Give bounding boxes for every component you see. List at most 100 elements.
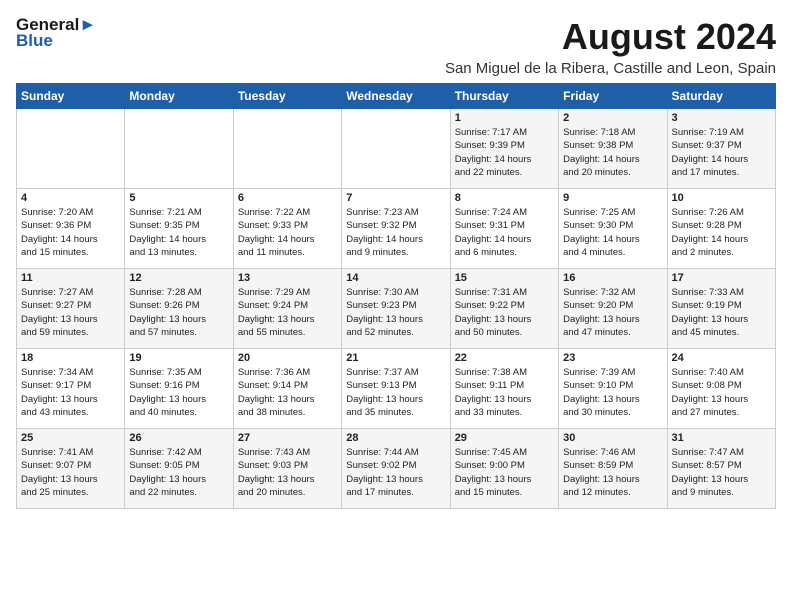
weekday-header-tuesday: Tuesday — [233, 84, 341, 109]
day-number: 15 — [455, 272, 554, 284]
calendar-week-1: 1 Sunrise: 7:17 AM Sunset: 9:39 PM Daylig… — [17, 109, 776, 189]
day-number: 10 — [672, 192, 771, 204]
day-info: Sunrise: 7:38 AM Sunset: 9:11 PM Dayligh… — [455, 366, 554, 419]
day-number: 4 — [21, 192, 120, 204]
calendar-cell: 27 Sunrise: 7:43 AM Sunset: 9:03 PM Dayli… — [233, 429, 341, 509]
day-info: Sunrise: 7:43 AM Sunset: 9:03 PM Dayligh… — [238, 446, 337, 499]
calendar-week-3: 11Sunrise: 7:27 AM Sunset: 9:27 PM Dayli… — [17, 269, 776, 349]
calendar-cell — [233, 109, 341, 189]
day-info: Sunrise: 7:18 AM Sunset: 9:38 PM Dayligh… — [563, 126, 662, 179]
day-info: Sunrise: 7:27 AM Sunset: 9:27 PM Dayligh… — [21, 286, 120, 339]
day-number: 18 — [21, 352, 120, 364]
calendar-cell: 21 Sunrise: 7:37 AM Sunset: 9:13 PM Dayli… — [342, 349, 450, 429]
calendar-week-4: 18 Sunrise: 7:34 AM Sunset: 9:17 PM Dayli… — [17, 349, 776, 429]
calendar-cell: 31 Sunrise: 7:47 AM Sunset: 8:57 PM Dayli… — [667, 429, 775, 509]
day-number: 16 — [563, 272, 662, 284]
day-number: 2 — [563, 112, 662, 124]
day-info: Sunrise: 7:28 AM Sunset: 9:26 PM Dayligh… — [129, 286, 228, 339]
day-number: 3 — [672, 112, 771, 124]
weekday-header-thursday: Thursday — [450, 84, 558, 109]
day-info: Sunrise: 7:25 AM Sunset: 9:30 PM Dayligh… — [563, 206, 662, 259]
page-header: General► Blue August 2024 San Miguel de … — [16, 16, 776, 77]
day-number: 7 — [346, 192, 445, 204]
day-info: Sunrise: 7:29 AM Sunset: 9:24 PM Dayligh… — [238, 286, 337, 339]
calendar-cell — [125, 109, 233, 189]
day-info: Sunrise: 7:19 AM Sunset: 9:37 PM Dayligh… — [672, 126, 771, 179]
day-info: Sunrise: 7:17 AM Sunset: 9:39 PM Dayligh… — [455, 126, 554, 179]
day-info: Sunrise: 7:37 AM Sunset: 9:13 PM Dayligh… — [346, 366, 445, 419]
calendar-cell: 23 Sunrise: 7:39 AM Sunset: 9:10 PM Dayli… — [559, 349, 667, 429]
day-number: 23 — [563, 352, 662, 364]
weekday-header-wednesday: Wednesday — [342, 84, 450, 109]
logo: General► Blue — [16, 16, 96, 50]
day-number: 28 — [346, 432, 445, 444]
calendar-cell: 16 Sunrise: 7:32 AM Sunset: 9:20 PM Dayli… — [559, 269, 667, 349]
day-number: 9 — [563, 192, 662, 204]
calendar-cell: 18 Sunrise: 7:34 AM Sunset: 9:17 PM Dayli… — [17, 349, 125, 429]
calendar-cell: 24 Sunrise: 7:40 AM Sunset: 9:08 PM Dayli… — [667, 349, 775, 429]
day-info: Sunrise: 7:34 AM Sunset: 9:17 PM Dayligh… — [21, 366, 120, 419]
calendar-cell — [17, 109, 125, 189]
day-info: Sunrise: 7:22 AM Sunset: 9:33 PM Dayligh… — [238, 206, 337, 259]
calendar-cell: 26Sunrise: 7:42 AM Sunset: 9:05 PM Dayli… — [125, 429, 233, 509]
title-area: August 2024 San Miguel de la Ribera, Cas… — [445, 16, 776, 77]
day-info: Sunrise: 7:33 AM Sunset: 9:19 PM Dayligh… — [672, 286, 771, 339]
day-number: 6 — [238, 192, 337, 204]
day-number: 24 — [672, 352, 771, 364]
calendar-cell: 28Sunrise: 7:44 AM Sunset: 9:02 PM Dayli… — [342, 429, 450, 509]
day-info: Sunrise: 7:39 AM Sunset: 9:10 PM Dayligh… — [563, 366, 662, 419]
weekday-header-sunday: Sunday — [17, 84, 125, 109]
day-info: Sunrise: 7:23 AM Sunset: 9:32 PM Dayligh… — [346, 206, 445, 259]
day-number: 22 — [455, 352, 554, 364]
day-info: Sunrise: 7:30 AM Sunset: 9:23 PM Dayligh… — [346, 286, 445, 339]
day-info: Sunrise: 7:42 AM Sunset: 9:05 PM Dayligh… — [129, 446, 228, 499]
day-info: Sunrise: 7:36 AM Sunset: 9:14 PM Dayligh… — [238, 366, 337, 419]
day-number: 27 — [238, 432, 337, 444]
calendar-cell: 4 Sunrise: 7:20 AM Sunset: 9:36 PM Daylig… — [17, 189, 125, 269]
day-info: Sunrise: 7:47 AM Sunset: 8:57 PM Dayligh… — [672, 446, 771, 499]
day-info: Sunrise: 7:35 AM Sunset: 9:16 PM Dayligh… — [129, 366, 228, 419]
day-number: 30 — [563, 432, 662, 444]
calendar-cell: 25Sunrise: 7:41 AM Sunset: 9:07 PM Dayli… — [17, 429, 125, 509]
calendar-cell: 9 Sunrise: 7:25 AM Sunset: 9:30 PM Daylig… — [559, 189, 667, 269]
logo-text: General► Blue — [16, 16, 96, 50]
day-info: Sunrise: 7:21 AM Sunset: 9:35 PM Dayligh… — [129, 206, 228, 259]
weekday-header-friday: Friday — [559, 84, 667, 109]
calendar-cell: 8Sunrise: 7:24 AM Sunset: 9:31 PM Daylig… — [450, 189, 558, 269]
day-info: Sunrise: 7:31 AM Sunset: 9:22 PM Dayligh… — [455, 286, 554, 339]
calendar-cell: 22 Sunrise: 7:38 AM Sunset: 9:11 PM Dayli… — [450, 349, 558, 429]
day-number: 19 — [129, 352, 228, 364]
calendar-cell: 6 Sunrise: 7:22 AM Sunset: 9:33 PM Daylig… — [233, 189, 341, 269]
day-number: 1 — [455, 112, 554, 124]
calendar-cell: 1 Sunrise: 7:17 AM Sunset: 9:39 PM Daylig… — [450, 109, 558, 189]
day-number: 25 — [21, 432, 120, 444]
calendar-cell: 10 Sunrise: 7:26 AM Sunset: 9:28 PM Dayli… — [667, 189, 775, 269]
calendar-table: SundayMondayTuesdayWednesdayThursdayFrid… — [16, 83, 776, 509]
day-number: 29 — [455, 432, 554, 444]
day-info: Sunrise: 7:20 AM Sunset: 9:36 PM Dayligh… — [21, 206, 120, 259]
day-number: 5 — [129, 192, 228, 204]
day-number: 14 — [346, 272, 445, 284]
day-number: 12 — [129, 272, 228, 284]
calendar-cell: 30 Sunrise: 7:46 AM Sunset: 8:59 PM Dayli… — [559, 429, 667, 509]
calendar-cell: 29 Sunrise: 7:45 AM Sunset: 9:00 PM Dayli… — [450, 429, 558, 509]
day-info: Sunrise: 7:24 AM Sunset: 9:31 PM Dayligh… — [455, 206, 554, 259]
day-info: Sunrise: 7:45 AM Sunset: 9:00 PM Dayligh… — [455, 446, 554, 499]
day-number: 13 — [238, 272, 337, 284]
day-number: 17 — [672, 272, 771, 284]
calendar-cell: 20Sunrise: 7:36 AM Sunset: 9:14 PM Dayli… — [233, 349, 341, 429]
calendar-week-5: 25Sunrise: 7:41 AM Sunset: 9:07 PM Dayli… — [17, 429, 776, 509]
calendar-cell: 11Sunrise: 7:27 AM Sunset: 9:27 PM Dayli… — [17, 269, 125, 349]
day-info: Sunrise: 7:40 AM Sunset: 9:08 PM Dayligh… — [672, 366, 771, 419]
day-info: Sunrise: 7:46 AM Sunset: 8:59 PM Dayligh… — [563, 446, 662, 499]
calendar-cell: 2 Sunrise: 7:18 AM Sunset: 9:38 PM Daylig… — [559, 109, 667, 189]
calendar-cell: 12 Sunrise: 7:28 AM Sunset: 9:26 PM Dayli… — [125, 269, 233, 349]
day-number: 31 — [672, 432, 771, 444]
day-info: Sunrise: 7:26 AM Sunset: 9:28 PM Dayligh… — [672, 206, 771, 259]
calendar-cell: 14 Sunrise: 7:30 AM Sunset: 9:23 PM Dayli… — [342, 269, 450, 349]
day-number: 21 — [346, 352, 445, 364]
day-info: Sunrise: 7:32 AM Sunset: 9:20 PM Dayligh… — [563, 286, 662, 339]
calendar-cell: 3 Sunrise: 7:19 AM Sunset: 9:37 PM Daylig… — [667, 109, 775, 189]
weekday-header-saturday: Saturday — [667, 84, 775, 109]
weekday-header-row: SundayMondayTuesdayWednesdayThursdayFrid… — [17, 84, 776, 109]
